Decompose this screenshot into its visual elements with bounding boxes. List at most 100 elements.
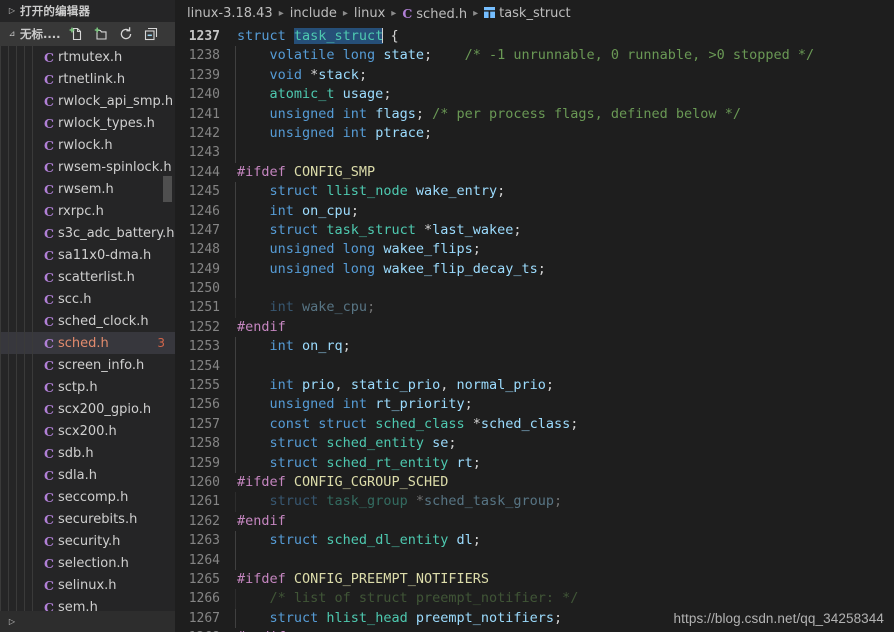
file-tree-item[interactable]: Crwsem.h bbox=[0, 178, 175, 200]
file-tree-item[interactable]: Crxrpc.h bbox=[0, 200, 175, 222]
files-section-header[interactable]: ⊿ 无标.... bbox=[0, 22, 175, 46]
code-line[interactable]: struct hlist_head preempt_notifiers; bbox=[231, 608, 894, 629]
code-line[interactable]: struct task_struct *last_wakee; bbox=[231, 220, 894, 241]
file-tree-item[interactable]: Crwsem-spinlock.h bbox=[0, 156, 175, 178]
code-token: last_wakee bbox=[432, 221, 514, 238]
code-line[interactable] bbox=[231, 143, 894, 163]
breadcrumb-item[interactable]: include bbox=[290, 6, 337, 21]
code-line[interactable]: /* list of struct preempt_notifier: */ bbox=[231, 589, 894, 609]
file-tree-item[interactable]: Crwlock_api_smp.h bbox=[0, 90, 175, 112]
new-file-icon[interactable] bbox=[66, 24, 86, 44]
file-tree-item[interactable]: Csctp.h bbox=[0, 376, 175, 398]
code-content[interactable]: struct task_struct { volatile long state… bbox=[231, 27, 894, 632]
code-line[interactable] bbox=[231, 279, 894, 299]
code-token: ; bbox=[415, 105, 433, 122]
file-tree-item[interactable]: Csched_clock.h bbox=[0, 310, 175, 332]
code-token: #endif bbox=[237, 512, 286, 529]
file-tree-item[interactable]: Cselinux.h bbox=[0, 574, 175, 596]
code-line[interactable]: struct task_struct { bbox=[231, 27, 894, 46]
file-tree-item[interactable]: Cseccomp.h bbox=[0, 486, 175, 508]
code-line[interactable]: struct task_group *sched_task_group; bbox=[231, 492, 894, 512]
code-line[interactable]: atomic_t usage; bbox=[231, 85, 894, 105]
file-tree-item[interactable]: Crtmutex.h bbox=[0, 46, 175, 68]
vscode-window: ▷ 打开的编辑器 ⊿ 无标.... C rtmutex.h C rtnetlin… bbox=[0, 0, 894, 632]
file-tree-item[interactable]: Csem.h bbox=[0, 596, 175, 611]
new-folder-icon[interactable] bbox=[91, 24, 111, 44]
code-editor[interactable]: 1237 1238 1239 1240 1241 1242 1243 1244 1245 1246… bbox=[175, 27, 894, 632]
chevron-right-icon-bottom[interactable]: ▷ bbox=[4, 611, 20, 632]
indent-guides bbox=[0, 596, 40, 611]
code-line[interactable] bbox=[231, 356, 894, 377]
breadcrumb-item[interactable]: task_struct bbox=[484, 6, 571, 21]
file-tree-item[interactable]: Csa11x0-dma.h bbox=[0, 244, 175, 266]
code-token: /* list of struct preempt_notifier: */ bbox=[269, 590, 579, 607]
code-line[interactable]: struct sched_dl_entity dl; bbox=[231, 531, 894, 551]
collapse-all-icon[interactable] bbox=[141, 24, 161, 44]
indent-guides bbox=[0, 464, 40, 486]
breadcrumb-item[interactable]: linux bbox=[354, 6, 385, 21]
sidebar-scrollbar-thumb[interactable] bbox=[163, 176, 172, 202]
file-tree-item[interactable]: Csecurity.h bbox=[0, 530, 175, 552]
file-tree-item[interactable]: Cselection.h bbox=[0, 552, 175, 574]
file-tree-item[interactable]: Crwlock_types.h bbox=[0, 112, 175, 134]
code-line[interactable]: int wake_cpu; bbox=[231, 298, 894, 318]
file-tree-item[interactable]: Csdla.h bbox=[0, 464, 175, 486]
code-line[interactable]: int on_cpu; bbox=[231, 201, 894, 221]
file-tree-item[interactable]: Cscreen_info.h bbox=[0, 354, 175, 376]
indent-guides bbox=[0, 156, 40, 178]
code-token: ; bbox=[367, 299, 376, 316]
file-tree-item[interactable]: Crwlock.h bbox=[0, 134, 175, 156]
code-line[interactable]: unsigned long wakee_flip_decay_ts; bbox=[231, 259, 894, 280]
chevron-down-icon[interactable]: ⊿ bbox=[4, 23, 20, 45]
c-file-icon: C bbox=[44, 445, 54, 461]
code-line[interactable]: int on_rq; bbox=[231, 337, 894, 357]
code-line[interactable]: void *stack; bbox=[231, 65, 894, 86]
c-file-icon: C bbox=[44, 467, 54, 483]
indent-guide bbox=[235, 259, 236, 280]
breadcrumb-item[interactable]: linux-3.18.43 bbox=[187, 6, 273, 21]
file-name-label: rwsem-spinlock.h bbox=[58, 159, 172, 175]
file-tree-item[interactable]: Cscatterlist.h bbox=[0, 266, 175, 288]
breadcrumb[interactable]: linux-3.18.43 ▸ include ▸ linux ▸ Csched.h ▸ tas… bbox=[175, 0, 894, 27]
file-tree-item[interactable]: Cscc.h bbox=[0, 288, 175, 310]
code-line[interactable]: #endif bbox=[231, 512, 894, 531]
code-line[interactable]: struct llist_node wake_entry; bbox=[231, 182, 894, 202]
file-tree-item[interactable]: Cscx200_gpio.h bbox=[0, 398, 175, 420]
code-line[interactable]: unsigned int ptrace; bbox=[231, 123, 894, 144]
file-tree[interactable]: Crtmutex.h Crtnetlink.h Crwlock_api_smp.h C… bbox=[0, 46, 175, 611]
file-tree-item[interactable]: Csdb.h bbox=[0, 442, 175, 464]
code-token: { bbox=[382, 28, 399, 44]
code-token: , bbox=[440, 377, 457, 394]
code-line[interactable]: const struct sched_class *sched_class; bbox=[231, 414, 894, 435]
breadcrumb-separator-icon: ▸ bbox=[473, 8, 479, 19]
code-line[interactable]: #ifdef CONFIG_PREEMPT_NOTIFIERS bbox=[231, 570, 894, 589]
code-line[interactable] bbox=[231, 550, 894, 570]
code-line[interactable]: #ifdef CONFIG_CGROUP_SCHED bbox=[231, 473, 894, 492]
code-token: struct bbox=[269, 435, 327, 452]
code-line[interactable]: struct sched_rt_entity rt; bbox=[231, 453, 894, 473]
file-tree-item[interactable]: Cs3c_adc_battery.h bbox=[0, 222, 175, 244]
file-name-label: scc.h bbox=[58, 291, 92, 307]
code-line[interactable]: #ifdef CONFIG_SMP bbox=[231, 163, 894, 182]
code-line[interactable]: #endif bbox=[231, 318, 894, 337]
file-tree-item[interactable]: Crtnetlink.h bbox=[0, 68, 175, 90]
code-line[interactable]: unsigned int rt_priority; bbox=[231, 395, 894, 415]
chevron-right-icon[interactable]: ▷ bbox=[4, 0, 20, 22]
code-line[interactable]: struct sched_entity se; bbox=[231, 434, 894, 454]
open-editors-section-header[interactable]: ▷ 打开的编辑器 bbox=[0, 0, 175, 22]
code-line[interactable]: unsigned long wakee_flips; bbox=[231, 240, 894, 260]
refresh-icon[interactable] bbox=[116, 24, 136, 44]
line-number: 1246 bbox=[188, 203, 220, 219]
code-line[interactable]: volatile long state; /* -1 unrunnable, 0… bbox=[231, 46, 894, 66]
collapsed-section-header[interactable]: ▷ bbox=[0, 611, 175, 632]
file-tree-item[interactable]: Csecurebits.h bbox=[0, 508, 175, 530]
file-tree-item[interactable]: Csched.h 3 bbox=[0, 332, 175, 354]
breadcrumb-label: sched.h bbox=[416, 6, 468, 22]
file-tree-item[interactable]: Cscx200.h bbox=[0, 420, 175, 442]
code-line[interactable]: #endif bbox=[231, 628, 894, 632]
code-token: sched_class bbox=[480, 415, 571, 432]
breadcrumb-item[interactable]: Csched.h bbox=[402, 6, 467, 22]
code-line[interactable]: unsigned int flags; /* per process flags… bbox=[231, 104, 894, 124]
code-line[interactable]: int prio, static_prio, normal_prio; bbox=[231, 376, 894, 396]
